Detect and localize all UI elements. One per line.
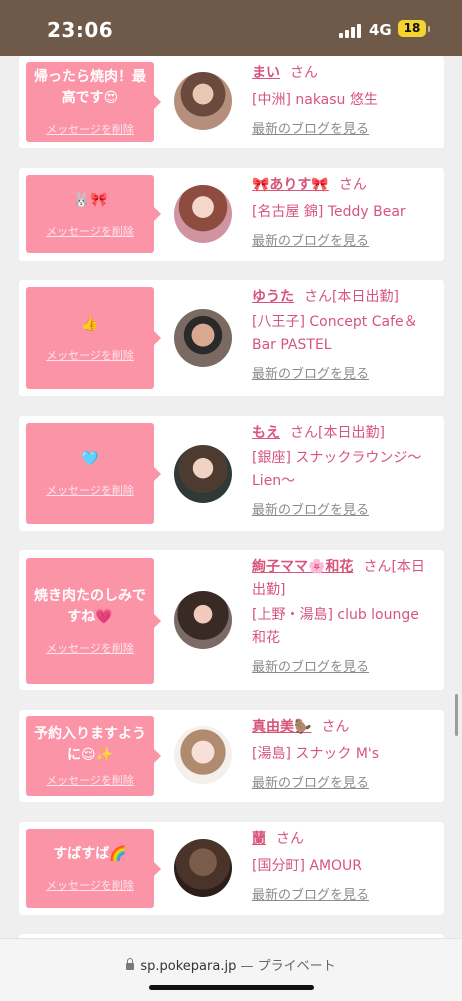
status-bar: 23:06 4G 18 xyxy=(0,0,462,56)
message-bubble: 🐰🎀 メッセージを削除 xyxy=(26,175,161,253)
latest-blog-link[interactable]: 最新のブログを見る xyxy=(252,363,432,386)
message-card: 🩵 メッセージを削除 もえ さん[本日出勤] [銀座] スナックラウンジ〜Lien… xyxy=(19,416,444,531)
latest-blog-link[interactable]: 最新のブログを見る xyxy=(252,118,432,141)
url-text: sp.pokepara.jp xyxy=(140,959,237,974)
delete-message-link[interactable]: メッセージを削除 xyxy=(46,223,134,239)
cast-name-link[interactable]: 絢子ママ🌸和花 xyxy=(252,559,353,575)
message-text: すばすば🌈 xyxy=(53,846,127,862)
message-list: 帰ったら焼肉！最高です😍 メッセージを削除 まい さん [中洲] nakasu 悠… xyxy=(0,56,462,938)
message-text: 焼き肉たのしみですね💗 xyxy=(34,588,146,625)
url-separator: — xyxy=(236,959,258,974)
lock-icon xyxy=(126,958,135,970)
message-text: 予約入りますように😌✨ xyxy=(34,726,146,763)
message-text: 🐰🎀 xyxy=(72,191,108,208)
cast-name-link[interactable]: 真由美🦫 xyxy=(252,719,311,735)
message-text: 🩵 xyxy=(81,451,99,467)
avatar[interactable] xyxy=(174,72,232,130)
latest-blog-link[interactable]: 最新のブログを見る xyxy=(252,656,432,679)
delete-message-link[interactable]: メッセージを削除 xyxy=(46,640,134,656)
shop-name: [名古屋 錦] Teddy Bear xyxy=(252,204,406,220)
honorific: さん xyxy=(338,177,367,193)
avatar[interactable] xyxy=(174,839,232,897)
private-mode-label: プライベート xyxy=(257,959,336,974)
message-card: 帰ったら焼肉！最高です😍 メッセージを削除 まい さん [中洲] nakasu 悠… xyxy=(19,56,444,148)
network-type: 4G xyxy=(369,21,392,39)
cast-name-link[interactable]: 🎀ありす🎀 xyxy=(252,177,329,193)
profile-info: 🎀ありす🎀 さん [名古屋 錦] Teddy Bear 最新のブログを見る xyxy=(252,174,432,253)
message-text: 帰ったら焼肉！最高です😍 xyxy=(34,69,146,106)
address-display[interactable]: sp.pokepara.jp — プライベート xyxy=(0,955,462,974)
profile-info: 真由美🦫 さん [湯島] スナック M's 最新のブログを見る xyxy=(252,716,432,795)
message-card: 焼き肉たのしみですね💗 メッセージを削除 絢子ママ🌸和花 さん[本日出勤] [上野… xyxy=(19,550,444,690)
avatar[interactable] xyxy=(174,591,232,649)
honorific: さん xyxy=(276,831,304,847)
cellular-signal-icon xyxy=(339,24,363,38)
honorific: さん xyxy=(290,65,318,81)
delete-message-link[interactable]: メッセージを削除 xyxy=(46,877,134,893)
battery-icon: 18 xyxy=(398,20,426,37)
shop-name: [国分町] AMOUR xyxy=(252,858,363,874)
delete-message-link[interactable]: メッセージを削除 xyxy=(46,482,134,498)
avatar[interactable] xyxy=(174,309,232,367)
shop-name: [八王子] Concept Cafe＆Bar PASTEL xyxy=(252,314,418,353)
work-status: [本日出勤] xyxy=(318,425,385,441)
honorific: さん xyxy=(363,559,392,575)
avatar[interactable] xyxy=(174,726,232,784)
message-bubble: 予約入りますように😌✨ メッセージを削除 xyxy=(26,716,161,796)
message-card: 予約入りますように😌✨ メッセージを削除 真由美🦫 さん [湯島] スナック M'… xyxy=(19,710,444,802)
delete-message-link[interactable]: メッセージを削除 xyxy=(46,121,134,137)
cast-name-link[interactable]: まい xyxy=(252,65,280,81)
profile-info: もえ さん[本日出勤] [銀座] スナックラウンジ〜Lien〜 最新のブログを見る xyxy=(252,422,432,522)
honorific: さん xyxy=(304,289,332,305)
status-time: 23:06 xyxy=(47,18,114,42)
profile-info: ゆうた さん[本日出勤] [八王子] Concept Cafe＆Bar PASTE… xyxy=(252,286,432,386)
latest-blog-link[interactable]: 最新のブログを見る xyxy=(252,772,432,795)
message-bubble: 🩵 メッセージを削除 xyxy=(26,423,161,524)
avatar[interactable] xyxy=(174,445,232,503)
shop-name: [湯島] スナック M's xyxy=(252,746,380,762)
cast-name-link[interactable]: ゆうた xyxy=(252,289,294,305)
shop-name: [銀座] スナックラウンジ〜Lien〜 xyxy=(252,450,422,489)
avatar[interactable] xyxy=(174,185,232,243)
message-card: すばすば🌈 メッセージを削除 蘭さん [国分町] AMOUR 最新のブログを見る xyxy=(19,822,444,915)
honorific: さん xyxy=(321,719,350,735)
profile-info: 絢子ママ🌸和花 さん[本日出勤] [上野・湯島] club lounge 和花 最… xyxy=(252,556,432,679)
cast-name-link[interactable]: もえ xyxy=(252,425,280,441)
home-indicator[interactable] xyxy=(149,985,314,990)
message-card: 🐰🎀 メッセージを削除 🎀ありす🎀 さん [名古屋 錦] Teddy Bear 最… xyxy=(19,168,444,261)
message-text: 👍 xyxy=(81,315,99,332)
message-bubble: すばすば🌈 メッセージを削除 xyxy=(26,829,161,908)
shop-name: [中洲] nakasu 悠生 xyxy=(252,92,378,108)
shop-name: [上野・湯島] club lounge 和花 xyxy=(252,607,419,646)
cast-name-link[interactable]: 蘭 xyxy=(252,831,266,847)
message-card: 👍 メッセージを削除 ゆうた さん[本日出勤] [八王子] Concept Caf… xyxy=(19,280,444,396)
latest-blog-link[interactable]: 最新のブログを見る xyxy=(252,884,432,907)
scrollbar[interactable] xyxy=(455,694,458,736)
profile-info: まい さん [中洲] nakasu 悠生 最新のブログを見る xyxy=(252,62,432,141)
browser-address-bar[interactable]: sp.pokepara.jp — プライベート xyxy=(0,938,462,1001)
message-bubble: 焼き肉たのしみですね💗 メッセージを削除 xyxy=(26,558,161,684)
honorific: さん xyxy=(290,425,318,441)
delete-message-link[interactable]: メッセージを削除 xyxy=(46,347,134,363)
work-status: [本日出勤] xyxy=(332,289,399,305)
message-bubble: 帰ったら焼肉！最高です😍 メッセージを削除 xyxy=(26,62,161,142)
message-bubble: 👍 メッセージを削除 xyxy=(26,287,161,389)
latest-blog-link[interactable]: 最新のブログを見る xyxy=(252,499,432,522)
profile-info: 蘭さん [国分町] AMOUR 最新のブログを見る xyxy=(252,828,432,907)
delete-message-link[interactable]: メッセージを削除 xyxy=(46,772,134,788)
latest-blog-link[interactable]: 最新のブログを見る xyxy=(252,230,432,253)
battery-tip xyxy=(428,26,430,32)
